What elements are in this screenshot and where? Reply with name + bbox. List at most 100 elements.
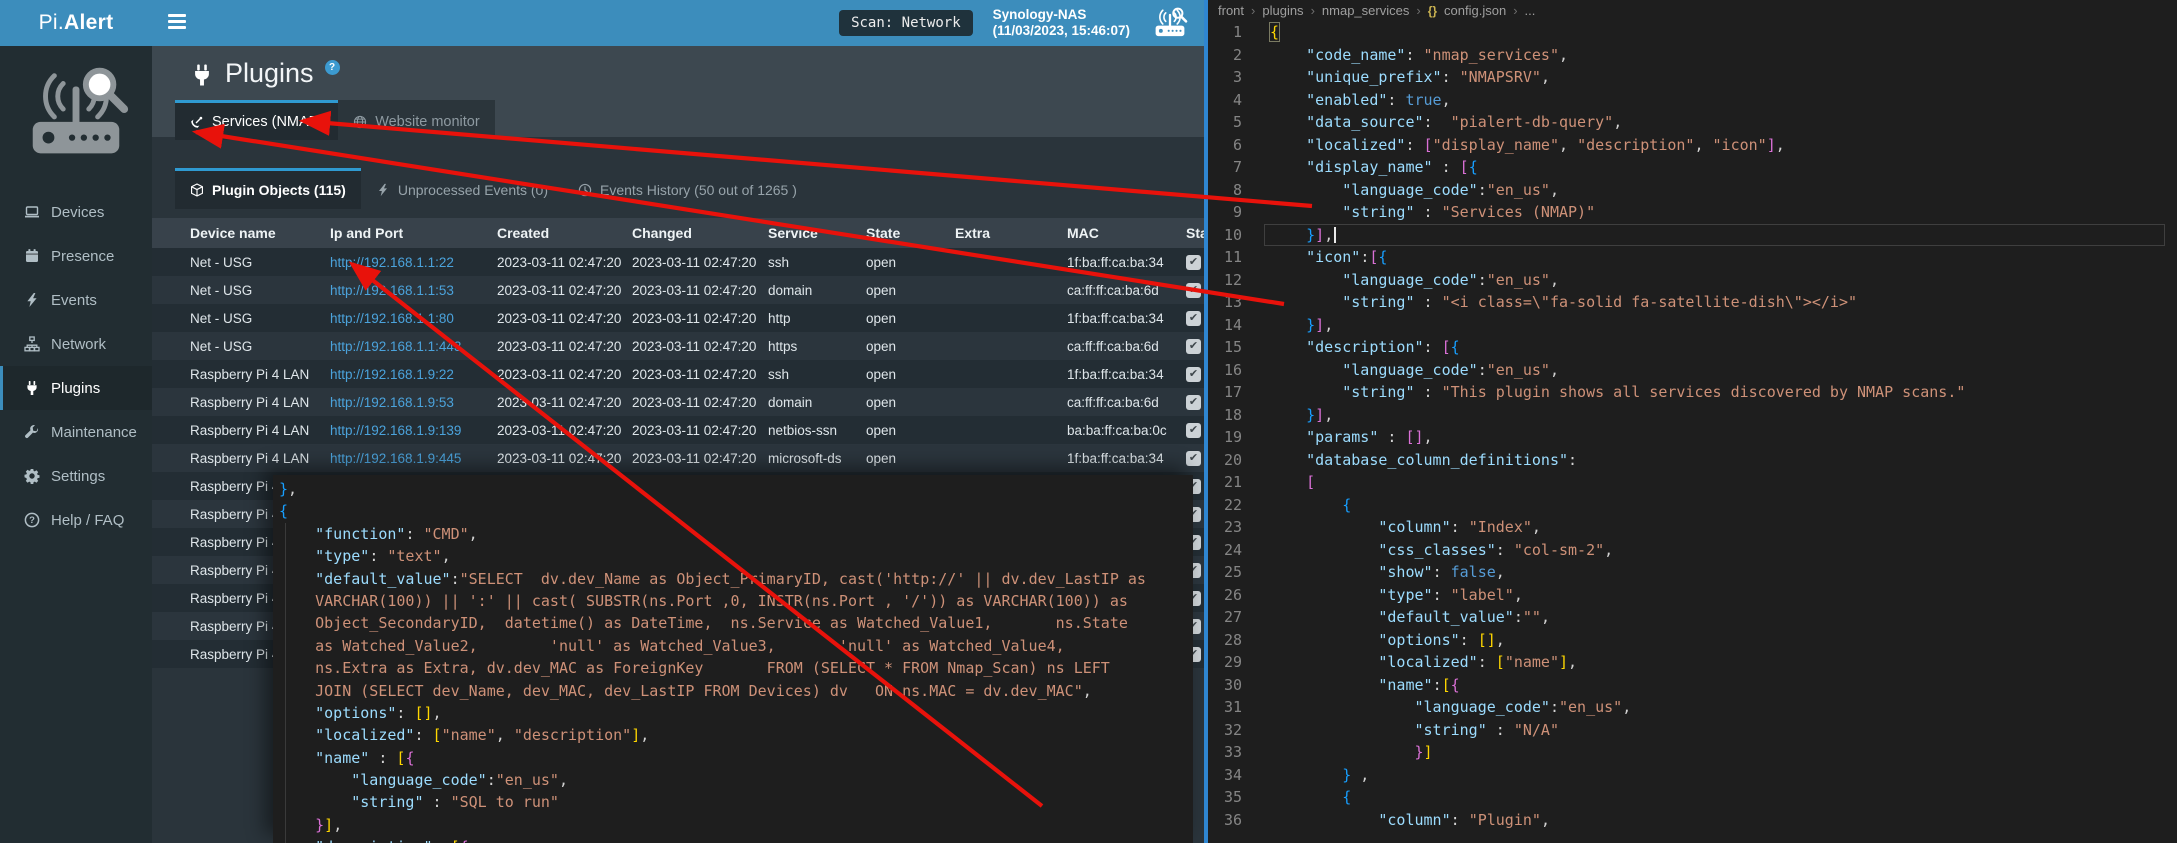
code-line[interactable]: 19 "params" : [], — [1208, 426, 2177, 449]
service-cell: microsoft-ds — [768, 451, 866, 466]
code-line[interactable]: 16 "language_code":"en_us", — [1208, 359, 2177, 382]
code-line[interactable]: 15 "description": [{ — [1208, 336, 2177, 359]
tab-events-history-50-out-of-1265[interactable]: Events History (50 out of 1265 ) — [563, 168, 812, 209]
breadcrumb-segment[interactable]: nmap_services — [1322, 3, 1409, 18]
code-line[interactable]: 30 "name":[{ — [1208, 674, 2177, 697]
service-cell: https — [768, 339, 866, 354]
table-row[interactable]: Raspberry Pi 4 LANhttp://192.168.1.9:139… — [152, 416, 1204, 444]
code-line[interactable]: 36 "column": "Plugin", — [1208, 809, 2177, 832]
ip-port-link[interactable]: http://192.168.1.1:22 — [330, 255, 454, 270]
code-line[interactable]: 17 "string" : "This plugin shows all ser… — [1208, 381, 2177, 404]
breadcrumb[interactable]: front›plugins›nmap_services›{}config.jso… — [1208, 0, 2177, 21]
sidebar-item-settings[interactable]: Settings — [0, 454, 152, 498]
column-header[interactable]: Service — [768, 225, 866, 241]
table-row[interactable]: Net - USGhttp://192.168.1.1:532023-03-11… — [152, 276, 1204, 304]
ip-port-link[interactable]: http://192.168.1.9:139 — [330, 423, 461, 438]
code-line[interactable]: 26 "type": "label", — [1208, 584, 2177, 607]
code-line[interactable]: 12 "language_code":"en_us", — [1208, 269, 2177, 292]
device-info: Synology-NAS (11/03/2023, 15:46:07) — [993, 7, 1130, 39]
status-checkbox[interactable]: ✔ — [1186, 395, 1201, 410]
code-line[interactable]: 31 "language_code":"en_us", — [1208, 696, 2177, 719]
code-line[interactable]: 1{ — [1208, 21, 2177, 44]
sidebar-toggle-button[interactable] — [168, 14, 188, 32]
code-line[interactable]: 25 "show": false, — [1208, 561, 2177, 584]
status-checkbox[interactable]: ✔ — [1186, 367, 1201, 382]
status-checkbox[interactable]: ✔ — [1186, 311, 1201, 326]
table-row[interactable]: Raspberry Pi 4 LANhttp://192.168.1.9:222… — [152, 360, 1204, 388]
ip-port-link[interactable]: http://192.168.1.1:443 — [330, 339, 461, 354]
code-line[interactable]: 18 }], — [1208, 404, 2177, 427]
code-line[interactable]: 10 }], — [1208, 224, 2177, 247]
breadcrumb-segment[interactable]: front — [1218, 3, 1244, 18]
code-line[interactable]: 24 "css_classes": "col-sm-2", — [1208, 539, 2177, 562]
code-line[interactable]: 28 "options": [], — [1208, 629, 2177, 652]
ip-port-link[interactable]: http://192.168.1.9:22 — [330, 367, 454, 382]
code-line[interactable]: 2 "code_name": "nmap_services", — [1208, 44, 2177, 67]
brand[interactable]: Pi.Alert — [0, 0, 152, 46]
table-row[interactable]: Net - USGhttp://192.168.1.1:802023-03-11… — [152, 304, 1204, 332]
sidebar-item-plugins[interactable]: Plugins — [0, 366, 152, 410]
code-line[interactable]: 6 "localized": ["display_name", "descrip… — [1208, 134, 2177, 157]
code-line[interactable]: 32 "string" : "N/A" — [1208, 719, 2177, 742]
sidebar-item-maintenance[interactable]: Maintenance — [0, 410, 152, 454]
column-header[interactable]: Changed — [632, 225, 768, 241]
code-line[interactable]: 20 "database_column_definitions": — [1208, 449, 2177, 472]
column-header[interactable]: Device name — [190, 225, 330, 241]
status-checkbox[interactable]: ✔ — [1186, 283, 1201, 298]
table-row[interactable]: Raspberry Pi 4 LANhttp://192.168.1.9:445… — [152, 444, 1204, 472]
table-row[interactable]: Net - USGhttp://192.168.1.1:222023-03-11… — [152, 248, 1204, 276]
column-header[interactable]: Extra — [955, 225, 1067, 241]
code-line[interactable]: 14 }], — [1208, 314, 2177, 337]
table-row[interactable]: Net - USGhttp://192.168.1.1:4432023-03-1… — [152, 332, 1204, 360]
column-header[interactable]: Created — [497, 225, 632, 241]
sidebar-item-presence[interactable]: Presence — [0, 234, 152, 278]
code-line[interactable]: 22 { — [1208, 494, 2177, 517]
breadcrumb-segment[interactable]: plugins — [1262, 3, 1303, 18]
status-checkbox[interactable]: ✔ — [1186, 255, 1201, 270]
help-badge[interactable]: ? — [325, 60, 340, 75]
tab-plugin-objects-115[interactable]: Plugin Objects (115) — [175, 168, 361, 209]
code-line[interactable]: 11 "icon":[{ — [1208, 246, 2177, 269]
code-line[interactable]: 33 }] — [1208, 741, 2177, 764]
code-line[interactable]: 13 "string" : "<i class=\"fa-solid fa-sa… — [1208, 291, 2177, 314]
code-line[interactable]: 3 "unique_prefix": "NMAPSRV", — [1208, 66, 2177, 89]
code-line[interactable]: 34 } , — [1208, 764, 2177, 787]
ip-port-link[interactable]: http://192.168.1.9:53 — [330, 395, 454, 410]
breadcrumb-segment[interactable]: ... — [1525, 3, 1536, 18]
code-line[interactable]: 4 "enabled": true, — [1208, 89, 2177, 112]
code-line[interactable]: 9 "string" : "Services (NMAP)" — [1208, 201, 2177, 224]
status-checkbox[interactable]: ✔ — [1186, 339, 1201, 354]
column-header[interactable]: MAC — [1067, 225, 1186, 241]
code-line[interactable]: 27 "default_value":"", — [1208, 606, 2177, 629]
window-divider[interactable] — [1204, 0, 1208, 843]
tab-unprocessed-events-0[interactable]: Unprocessed Events (0) — [361, 168, 563, 209]
overlay-code-line: "string" : "SQL to run" — [279, 791, 1193, 813]
column-header[interactable]: Status — [1186, 225, 1204, 241]
ip-port-link[interactable]: http://192.168.1.1:53 — [330, 283, 454, 298]
tab-website-monitor[interactable]: Website monitor — [338, 100, 495, 140]
code-line[interactable]: 5 "data_source": "pialert-db-query", — [1208, 111, 2177, 134]
code-line[interactable]: 8 "language_code":"en_us", — [1208, 179, 2177, 202]
config-json-code[interactable]: 1{2 "code_name": "nmap_services",3 "uniq… — [1208, 21, 2177, 831]
code-line[interactable]: 29 "localized": ["name"], — [1208, 651, 2177, 674]
ip-port-link[interactable]: http://192.168.1.1:80 — [330, 311, 454, 326]
breadcrumb-segment[interactable]: config.json — [1444, 3, 1506, 18]
tab-services-nmap[interactable]: Services (NMAP) — [175, 100, 338, 140]
column-header[interactable]: Ip and Port — [330, 225, 497, 241]
table-row[interactable]: Raspberry Pi 4 LANhttp://192.168.1.9:532… — [152, 388, 1204, 416]
ip-port-link[interactable]: http://192.168.1.9:445 — [330, 451, 461, 466]
sidebar-item-events[interactable]: Events — [0, 278, 152, 322]
code-line[interactable]: 7 "display_name" : [{ — [1208, 156, 2177, 179]
status-checkbox[interactable]: ✔ — [1186, 423, 1201, 438]
sidebar-item-devices[interactable]: Devices — [0, 190, 152, 234]
code-line[interactable]: 23 "column": "Index", — [1208, 516, 2177, 539]
column-header[interactable]: State — [866, 225, 955, 241]
network-icon — [24, 336, 40, 352]
code-line[interactable]: 21 [ — [1208, 471, 2177, 494]
changed-cell: 2023-03-11 02:47:20 — [632, 339, 768, 354]
sidebar-item-network[interactable]: Network — [0, 322, 152, 366]
scan-status-badge: Scan: Network — [839, 10, 973, 36]
sidebar-item-help-faq[interactable]: ?Help / FAQ — [0, 498, 152, 542]
status-checkbox[interactable]: ✔ — [1186, 451, 1201, 466]
code-line[interactable]: 35 { — [1208, 786, 2177, 809]
